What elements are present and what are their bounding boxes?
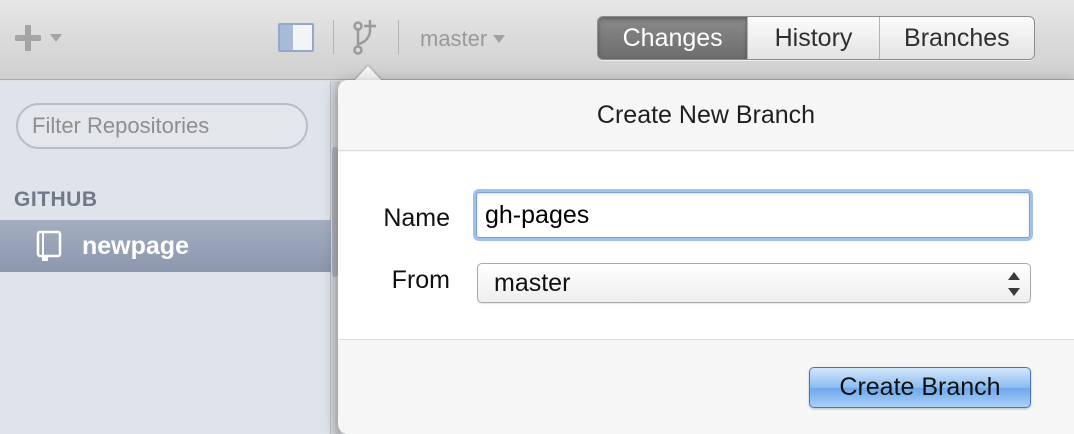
current-branch-label: master [420, 26, 488, 51]
popover-footer: Create Branch [338, 341, 1074, 434]
section-label-github: GITHUB [14, 188, 98, 211]
current-branch-select[interactable]: master [420, 26, 506, 52]
repo-book-icon [36, 230, 62, 261]
popover-header: Create New Branch [338, 80, 1074, 151]
add-repository-button[interactable] [14, 22, 70, 54]
tab-history[interactable]: History [747, 17, 878, 59]
popover-arrow [354, 66, 382, 81]
from-branch-select[interactable]: master [477, 263, 1031, 303]
filter-repositories-input[interactable] [16, 103, 308, 149]
sidebar: GITHUB newpage [0, 81, 331, 434]
from-branch-value: master [494, 268, 571, 297]
chevron-down-icon [493, 35, 506, 43]
tab-branches[interactable]: Branches [878, 17, 1034, 59]
sidebar-item-newpage[interactable]: newpage [0, 220, 331, 272]
plus-icon [14, 24, 42, 52]
create-branch-button[interactable]: Create Branch [809, 367, 1031, 408]
select-arrows-icon [1008, 272, 1020, 296]
toolbar-separator [333, 20, 334, 54]
sidebar-toggle-icon[interactable] [278, 23, 314, 52]
sidebar-pane-indicator [280, 25, 293, 50]
from-label: From [391, 266, 450, 294]
toolbar: master Changes History Branches [0, 0, 1074, 80]
popover-title: Create New Branch [596, 100, 816, 129]
toolbar-separator [398, 20, 399, 54]
branch-add-icon[interactable] [350, 20, 384, 56]
create-branch-popover: Create New Branch Name From master Creat… [338, 80, 1074, 434]
chevron-down-icon [50, 34, 62, 42]
name-label: Name [383, 204, 450, 232]
sidebar-item-label: newpage [82, 231, 189, 260]
branch-name-input[interactable] [476, 192, 1030, 238]
tab-changes[interactable]: Changes [598, 17, 748, 59]
popover-form: Name From master [338, 152, 1074, 340]
view-segmented-control: Changes History Branches [597, 16, 1035, 60]
